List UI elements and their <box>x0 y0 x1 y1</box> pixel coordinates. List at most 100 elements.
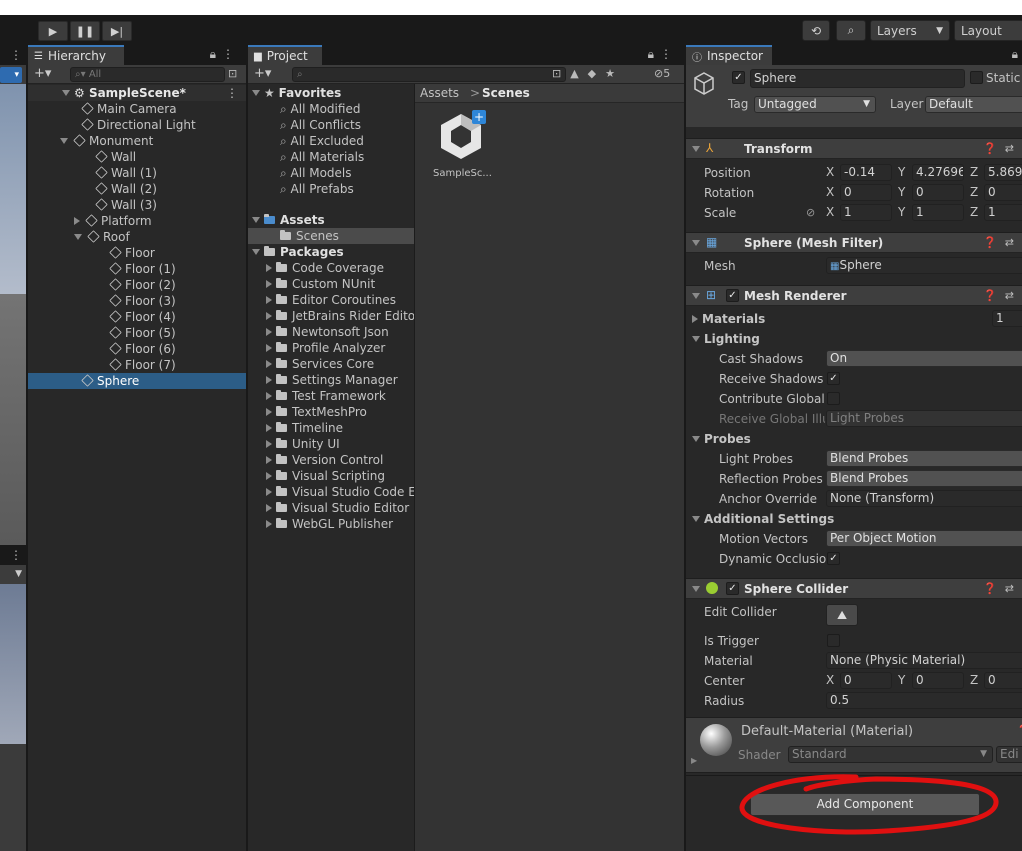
center-z-field[interactable]: 0 <box>984 672 1022 689</box>
game-menu-icon[interactable]: ⋮ <box>0 545 26 565</box>
hierarchy-item[interactable]: Sphere <box>28 373 246 389</box>
project-tab-icons[interactable]: 🔒︎⋮ <box>648 47 678 62</box>
package-item[interactable]: JetBrains Rider Editor <box>266 308 414 324</box>
mesh-field[interactable]: ▦Sphere <box>826 257 1022 274</box>
tab-hierarchy[interactable]: ☰ Hierarchy <box>28 45 124 65</box>
component-icons[interactable]: ❓⇄ <box>983 142 1022 155</box>
scene-visibility-icon[interactable]: ⊡ <box>228 67 237 80</box>
object-name-field[interactable]: Sphere <box>750 69 965 88</box>
project-search-input[interactable]: ⌕ <box>292 67 566 82</box>
pause-button[interactable]: ❚❚ <box>70 21 100 41</box>
hierarchy-item[interactable]: Wall (1) <box>28 165 246 181</box>
game-dropdown[interactable]: ▼ <box>0 565 26 584</box>
search-button[interactable]: ⌕ <box>836 20 866 41</box>
motion-vectors-dropdown[interactable]: Per Object Motion <box>826 530 1022 547</box>
packages-header[interactable]: Packages <box>252 244 344 260</box>
center-y-field[interactable]: 0 <box>912 672 964 689</box>
lock-icon[interactable]: 🔒︎ <box>1012 47 1018 62</box>
package-item[interactable]: Code Coverage <box>266 260 414 276</box>
scale-x-field[interactable]: 1 <box>840 204 892 221</box>
hierarchy-item[interactable]: Main Camera <box>28 101 246 117</box>
add-object-button[interactable]: +▾ <box>34 66 51 81</box>
component-icons[interactable]: ❓⇄ <box>983 236 1022 249</box>
favorites-header[interactable]: ★ Favorites <box>252 85 341 101</box>
package-item[interactable]: Visual Studio Editor <box>266 500 414 516</box>
active-checkbox[interactable]: ✓ <box>732 71 745 84</box>
rotation-x-field[interactable]: 0 <box>840 184 892 201</box>
anchor-override-field[interactable]: None (Transform) <box>826 490 1022 507</box>
package-item[interactable]: Custom NUnit <box>266 276 414 292</box>
center-x-field[interactable]: 0 <box>840 672 892 689</box>
package-item[interactable]: Settings Manager <box>266 372 414 388</box>
mesh-renderer-header[interactable]: ⊞ ✓ Mesh Renderer ❓⇄ <box>686 285 1022 306</box>
position-z-field[interactable]: 5.869 <box>984 164 1022 181</box>
component-icons[interactable]: ❓⇄ <box>983 582 1022 595</box>
package-item[interactable]: Editor Coroutines <box>266 292 414 308</box>
collapse-icon[interactable] <box>74 234 82 240</box>
dynamic-occlusion-checkbox[interactable]: ✓ <box>827 552 840 565</box>
expand-icon[interactable]: ▶ <box>691 756 697 765</box>
scale-z-field[interactable]: 1 <box>984 204 1022 221</box>
hierarchy-search-input[interactable]: ⌕▾ All <box>70 67 225 82</box>
hierarchy-item[interactable]: Floor (6) <box>28 341 246 357</box>
collapse-icon[interactable] <box>60 138 68 144</box>
hierarchy-item[interactable]: Wall <box>28 149 246 165</box>
position-x-field[interactable]: -0.14 <box>840 164 892 181</box>
package-item[interactable]: Version Control <box>266 452 414 468</box>
tab-inspector[interactable]: ⓘ Inspector <box>686 45 772 65</box>
folder-scenes[interactable]: Scenes <box>248 228 414 244</box>
package-item[interactable]: Visual Scripting <box>266 468 414 484</box>
package-item[interactable]: Newtonsoft Json <box>266 324 414 340</box>
transform-header[interactable]: ⅄ Transform ❓⇄ <box>686 138 1022 159</box>
cast-shadows-dropdown[interactable]: On <box>826 350 1022 367</box>
physic-material-field[interactable]: None (Physic Material) <box>826 652 1022 669</box>
hierarchy-item[interactable]: Floor (1) <box>28 261 246 277</box>
scene-row[interactable]: ⚙ SampleScene* ⋮ <box>28 85 246 101</box>
rotation-z-field[interactable]: 0 <box>984 184 1022 201</box>
favorite-item[interactable]: ⌕ All Materials <box>280 149 364 165</box>
hidden-packages-icon[interactable]: ⊘5 <box>654 67 670 80</box>
sphere-collider-enabled-checkbox[interactable]: ✓ <box>726 582 739 595</box>
scale-y-field[interactable]: 1 <box>912 204 964 221</box>
rotation-y-field[interactable]: 0 <box>912 184 964 201</box>
project-filter-icons[interactable]: ⊡▲◆★ <box>552 67 624 80</box>
hierarchy-item[interactable]: Roof <box>28 229 246 245</box>
component-icons[interactable]: ❓⇄ <box>983 289 1022 302</box>
lighting-foldout[interactable]: Lighting <box>692 331 760 347</box>
package-item[interactable]: TextMeshPro <box>266 404 414 420</box>
play-button[interactable]: ▶ <box>38 21 68 41</box>
hierarchy-item[interactable]: Monument <box>28 133 246 149</box>
tab-project[interactable]: ▆ Project <box>248 45 322 65</box>
scene-asset[interactable]: + SampleSc... <box>431 108 492 179</box>
help-icon[interactable]: ❓ <box>1016 724 1022 738</box>
scene-tool-dropdown[interactable]: ▾ <box>0 67 22 83</box>
favorite-item[interactable]: ⌕ All Excluded <box>280 133 364 149</box>
step-button[interactable]: ▶| <box>102 21 132 41</box>
package-item[interactable]: Test Framework <box>266 388 414 404</box>
shader-dropdown[interactable]: Standard ▼ <box>788 746 993 763</box>
hierarchy-item[interactable]: Directional Light <box>28 117 246 133</box>
favorite-item[interactable]: ⌕ All Prefabs <box>280 181 354 197</box>
edit-shader-button[interactable]: Edi <box>996 746 1022 763</box>
hierarchy-item[interactable]: Floor (5) <box>28 325 246 341</box>
additional-settings-foldout[interactable]: Additional Settings <box>692 511 834 527</box>
assets-header[interactable]: Assets <box>252 212 325 228</box>
light-probes-dropdown[interactable]: Blend Probes <box>826 450 1022 467</box>
is-trigger-checkbox[interactable] <box>827 634 840 647</box>
hierarchy-item[interactable]: Floor (4) <box>28 309 246 325</box>
sphere-collider-header[interactable]: ✓ Sphere Collider ❓⇄ <box>686 578 1022 599</box>
materials-foldout[interactable]: Materials <box>692 311 765 327</box>
package-item[interactable]: Visual Studio Code Editor <box>266 484 414 500</box>
constrain-proportions-icon[interactable]: ⊘ <box>806 206 815 219</box>
static-checkbox[interactable] <box>970 71 983 84</box>
history-button[interactable]: ⟲ <box>802 20 830 41</box>
favorite-item[interactable]: ⌕ All Conflicts <box>280 117 361 133</box>
radius-field[interactable]: 0.5 <box>826 692 1022 709</box>
layout-dropdown[interactable]: Layout <box>954 20 1022 41</box>
edit-collider-button[interactable]: ⛰ <box>826 604 858 626</box>
position-y-field[interactable]: 4.27696 <box>912 164 964 181</box>
mesh-renderer-enabled-checkbox[interactable]: ✓ <box>726 289 739 302</box>
probes-foldout[interactable]: Probes <box>692 431 751 447</box>
package-item[interactable]: Profile Analyzer <box>266 340 414 356</box>
receive-shadows-checkbox[interactable]: ✓ <box>827 372 840 385</box>
